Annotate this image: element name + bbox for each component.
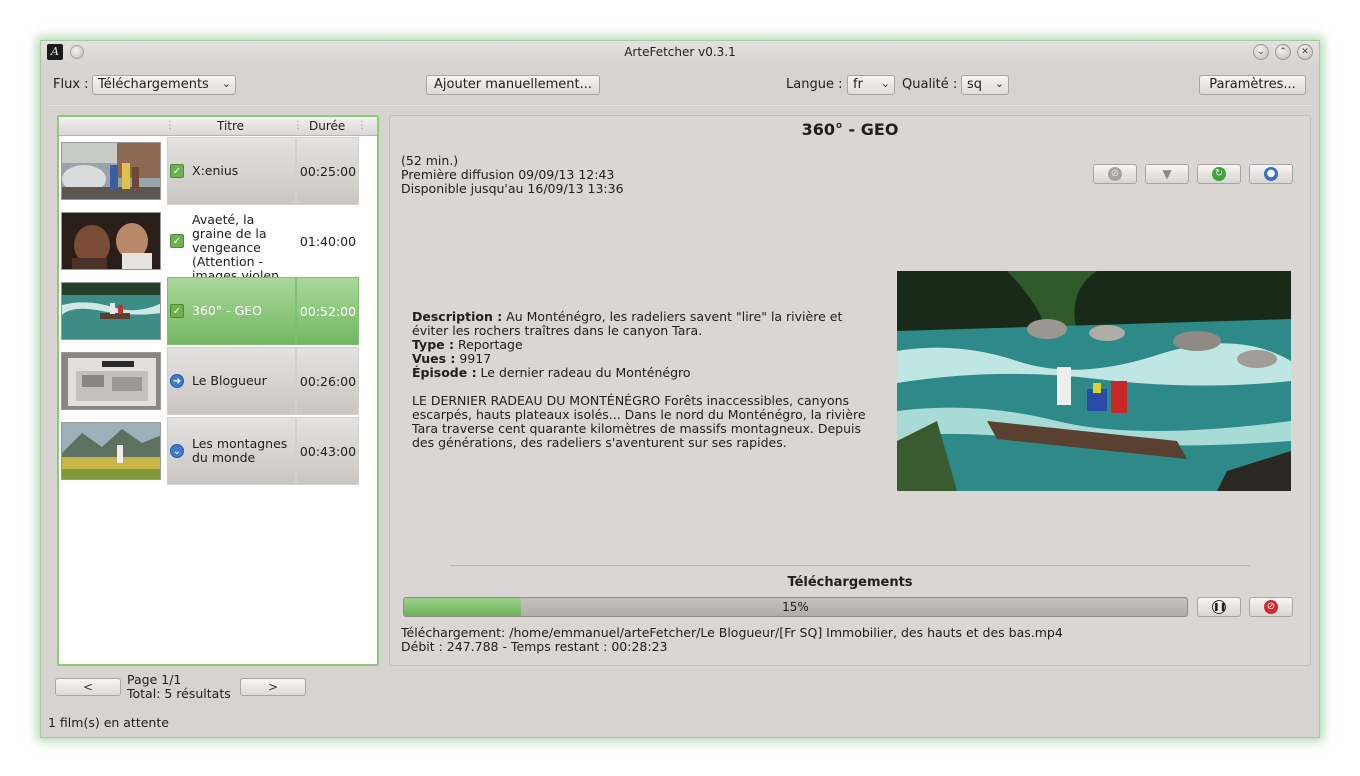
page-number: Page 1/1 xyxy=(127,672,182,687)
list-item-duration: 00:43:00 xyxy=(299,444,357,459)
app-window: A ArteFetcher v0.3.1 ⌄ ⌃ ✕ Flux : Téléch… xyxy=(40,40,1320,738)
settings-button[interactable]: Paramètres... xyxy=(1199,75,1306,95)
refresh-button[interactable]: ↻ xyxy=(1197,164,1241,184)
checkbox-checked-icon: ✓ xyxy=(170,164,184,178)
episode-value: Le dernier radeau du Monténégro xyxy=(476,365,691,380)
detail-first-broadcast: Première diffusion 09/09/13 12:43 xyxy=(401,167,615,182)
next-page-button[interactable]: > xyxy=(240,678,306,696)
list-item-duration: 00:26:00 xyxy=(299,374,357,389)
chevron-down-icon: ⌄ xyxy=(221,77,231,90)
list-header: ⋮ Titre ⋮ Durée ⋮ xyxy=(59,117,377,136)
result-total: Total: 5 résultats xyxy=(127,686,231,701)
chevron-down-icon: ⌄ xyxy=(1257,47,1265,57)
detail-length: (52 min.) xyxy=(401,153,459,168)
list-item-duration: 00:52:00 xyxy=(299,304,357,319)
title-bar[interactable]: A ArteFetcher v0.3.1 ⌄ ⌃ ✕ xyxy=(41,41,1319,63)
quality-label: Qualité : xyxy=(902,77,958,92)
minimize-button[interactable]: ⌄ xyxy=(1253,44,1269,60)
description-label: Description : xyxy=(412,309,503,324)
detail-title: 360° - GEO xyxy=(801,120,899,139)
video-list[interactable]: ⋮ Titre ⋮ Durée ⋮ ✓ X:enius 00:25:00 ✓ A… xyxy=(57,115,379,666)
column-header-title[interactable]: Titre xyxy=(217,119,244,133)
detail-long-text: LE DERNIER RADEAU DU MONTÉNÉGRO Forêts i… xyxy=(412,393,866,450)
list-item-title: 360° - GEO xyxy=(192,303,262,318)
stop-download-button[interactable]: ⊘ xyxy=(1249,597,1293,617)
chevron-down-icon: ⌄ xyxy=(880,77,890,90)
toolbar-divider xyxy=(49,105,1311,106)
type-label: Type : xyxy=(412,337,454,352)
close-button[interactable]: ✕ xyxy=(1297,44,1313,60)
video-thumbnail xyxy=(61,422,161,480)
queued-download-icon: ⌄ xyxy=(170,444,184,458)
list-item-title: X:enius xyxy=(192,163,239,178)
language-select-value: fr xyxy=(853,77,863,92)
cancel-icon: ⊘ xyxy=(1264,600,1278,614)
downloading-arrow-icon: ➜ xyxy=(170,374,184,388)
close-icon: ✕ xyxy=(1301,47,1309,57)
download-speed: Débit : 247.788 - Temps restant : 00:28:… xyxy=(401,639,668,654)
flux-select[interactable]: Téléchargements ⌄ xyxy=(92,75,236,95)
list-item-title: Les montagnes du monde xyxy=(192,436,288,465)
list-item-title: Le Blogueur xyxy=(192,373,267,388)
column-header-duration[interactable]: Durée xyxy=(309,119,345,133)
download-info: Téléchargement: /home/emmanuel/arteFetch… xyxy=(401,626,1063,654)
flux-select-value: Téléchargements xyxy=(98,77,209,92)
video-thumbnail xyxy=(61,142,161,200)
checkbox-checked-icon: ✓ xyxy=(170,304,184,318)
download-button[interactable]: ▼ xyxy=(1145,164,1189,184)
maximize-button[interactable]: ⌃ xyxy=(1275,44,1291,60)
pause-icon: ❚❚ xyxy=(1212,600,1226,614)
detail-available-until: Disponible jusqu'au 16/09/13 13:36 xyxy=(401,181,624,196)
list-item-duration: 01:40:00 xyxy=(299,234,357,249)
open-web-button[interactable]: ● xyxy=(1249,164,1293,184)
views-label: Vues : xyxy=(412,351,456,366)
episode-label: Épisode : xyxy=(412,365,477,380)
quality-select-value: sq xyxy=(967,77,983,92)
previous-page-button[interactable]: < xyxy=(55,678,121,696)
video-thumbnail xyxy=(61,212,161,270)
add-manually-button[interactable]: Ajouter manuellement... xyxy=(426,75,600,95)
pagination-info: Page 1/1 Total: 5 résultats xyxy=(127,673,231,701)
list-item[interactable]: ✓ X:enius 00:25:00 xyxy=(61,137,359,205)
pause-button[interactable]: ❚❚ xyxy=(1197,597,1241,617)
refresh-icon: ↻ xyxy=(1212,167,1226,181)
status-bar-text: 1 film(s) en attente xyxy=(48,715,169,730)
list-item[interactable]: ✓ Avaeté, la graine de la vengeance (Att… xyxy=(61,207,359,283)
download-file-path: Téléchargement: /home/emmanuel/arteFetch… xyxy=(401,625,1063,640)
video-thumbnail xyxy=(61,352,161,410)
detail-description: Description : Au Monténégro, les radelie… xyxy=(412,310,877,450)
progress-percent: 15% xyxy=(782,600,809,614)
download-progress-bar: 15% xyxy=(403,597,1188,617)
list-item-title: Avaeté, la graine de la vengeance (Atten… xyxy=(192,212,291,283)
chevron-up-icon: ⌃ xyxy=(1279,47,1287,57)
checkbox-checked-icon: ✓ xyxy=(170,234,184,248)
list-item[interactable]: ➜ Le Blogueur 00:26:00 xyxy=(61,347,359,415)
language-select[interactable]: fr ⌄ xyxy=(847,75,895,95)
forbidden-icon: ⊘ xyxy=(1108,167,1122,181)
chevron-down-icon: ⌄ xyxy=(994,77,1004,90)
detail-meta: (52 min.) Première diffusion 09/09/13 12… xyxy=(401,154,624,196)
views-value: 9917 xyxy=(455,351,492,366)
download-arrow-icon: ▼ xyxy=(1162,167,1172,181)
window-title: ArteFetcher v0.3.1 xyxy=(624,45,736,59)
quality-select[interactable]: sq ⌄ xyxy=(961,75,1009,95)
video-preview-image xyxy=(897,271,1291,491)
video-thumbnail xyxy=(61,282,161,340)
cancel-disabled-button[interactable]: ⊘ xyxy=(1093,164,1137,184)
flux-label: Flux : xyxy=(53,77,89,92)
list-item[interactable]: ⌄ Les montagnes du monde 00:43:00 xyxy=(61,417,359,485)
globe-icon: ● xyxy=(1264,167,1278,181)
downloads-divider xyxy=(450,565,1250,566)
type-value: Reportage xyxy=(453,337,523,352)
language-label: Langue : xyxy=(786,77,843,92)
downloads-title: Téléchargements xyxy=(787,575,913,590)
list-item-selected[interactable]: ✓ 360° - GEO 00:52:00 xyxy=(61,277,359,345)
detail-panel: 360° - GEO (52 min.) Première diffusion … xyxy=(389,115,1311,666)
list-item-duration: 00:25:00 xyxy=(299,164,357,179)
